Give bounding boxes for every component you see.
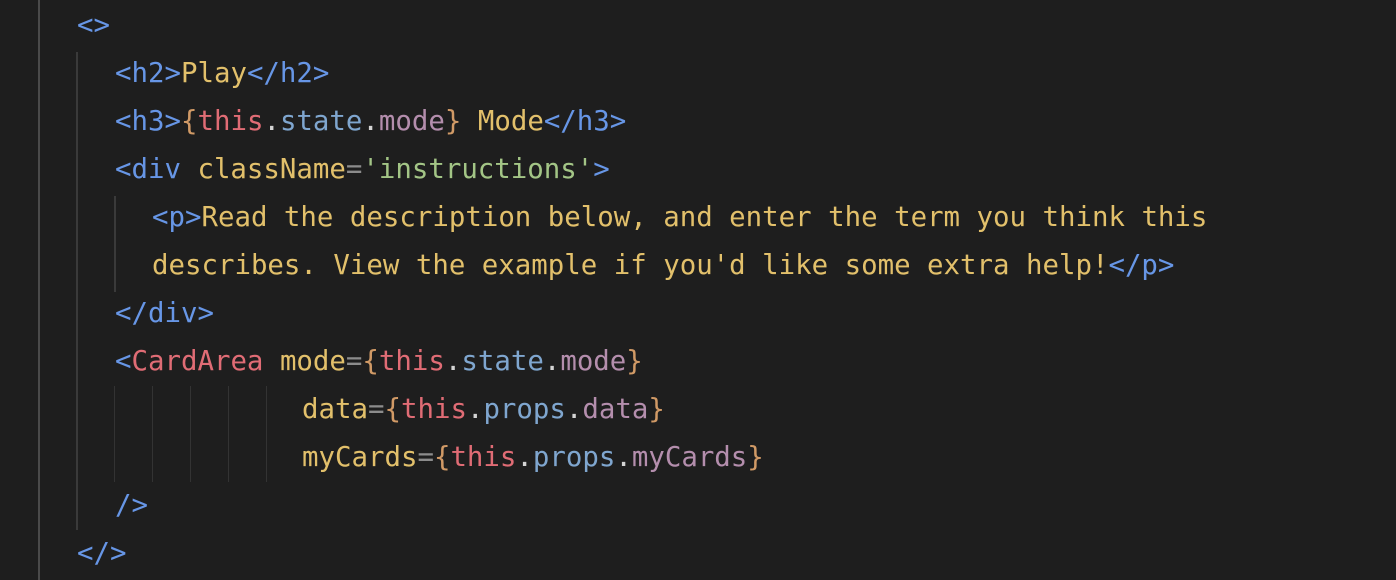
code-token: this [378,346,445,377]
code-token: myCards [631,442,748,473]
code-token: <div [115,154,198,185]
code-token: </h2> [246,58,330,89]
code-token: /> [115,490,148,521]
code-token: Play [180,58,247,89]
code-token: <> [77,10,110,41]
code-token: mode [378,106,445,137]
code-token: { [433,442,451,473]
code-line-data-prop[interactable]: data={this.props.data} [302,386,665,434]
code-line-div-open[interactable]: <div className='instructions'> [115,146,610,194]
code-token: } [626,346,643,377]
code-token: state [461,346,544,377]
code-token: props [483,394,566,425]
code-token: > [593,154,610,185]
code-token: . [615,442,632,473]
indent-guide [152,386,153,482]
code-token: { [384,394,401,425]
code-token: . [263,106,280,137]
code-token: state [279,106,363,137]
code-token: </div> [115,298,214,329]
code-token: Mode [461,106,544,137]
code-token: . [565,394,583,425]
code-line-mycards-prop[interactable]: myCards={this.props.myCards} [302,434,764,482]
code-line-p-start[interactable]: <p>Read the description below, and enter… [152,194,1207,242]
code-line-div-close[interactable]: </div> [115,290,214,338]
code-token: this [400,394,467,425]
indent-guide [76,52,78,530]
code-token: } [444,106,462,137]
code-token: this [197,106,264,137]
code-line-fragment-close[interactable]: </> [77,530,126,578]
code-token: props [532,442,616,473]
code-line-self-close[interactable]: /> [115,482,148,530]
code-token: < [115,346,132,377]
code-token: CardArea [131,346,264,377]
code-line-fragment-open[interactable]: <> [77,2,110,50]
code-token: = [367,394,385,425]
code-token: Read the description below, and enter th… [201,202,1208,233]
indent-guide [38,0,40,580]
code-token: { [362,346,379,377]
code-token: myCards [302,442,418,473]
code-token: . [543,346,561,377]
code-token: this [450,442,517,473]
code-token: = [417,442,434,473]
indent-guide [114,386,115,482]
code-token: mode [279,346,346,377]
code-token: = [345,346,363,377]
code-token: . [444,346,462,377]
code-token: { [180,106,198,137]
code-token: } [648,394,665,425]
code-token: data [302,394,368,425]
code-token: 'instructions' [362,154,594,185]
code-token: . [466,394,484,425]
code-token: <h2> [115,58,181,89]
code-token: </p> [1108,250,1175,281]
code-token: mode [560,346,627,377]
code-token: . [362,106,379,137]
code-token: </> [77,538,127,569]
code-line-h2[interactable]: <h2>Play</h2> [115,50,329,98]
code-token: <p> [152,202,202,233]
code-line-p-end[interactable]: describes. View the example if you'd lik… [152,242,1174,290]
indent-guide [114,196,116,292]
code-token: . [516,442,533,473]
code-token: describes. View the example if you'd lik… [152,250,1109,281]
indent-guide [266,386,267,482]
code-line-h3[interactable]: <h3>{this.state.mode} Mode</h3> [115,98,626,146]
code-token: </h3> [543,106,627,137]
code-token: } [747,442,764,473]
code-token: className [197,154,346,185]
code-editor[interactable]: <> <h2>Play</h2> <h3>{this.state.mode} M… [0,0,1396,580]
code-token: data [582,394,649,425]
code-line-cardarea-open[interactable]: <CardArea mode={this.state.mode} [115,338,643,386]
code-token: <h3> [115,106,181,137]
indent-guide [190,386,191,482]
code-token: = [345,154,363,185]
indent-guide [228,386,229,482]
